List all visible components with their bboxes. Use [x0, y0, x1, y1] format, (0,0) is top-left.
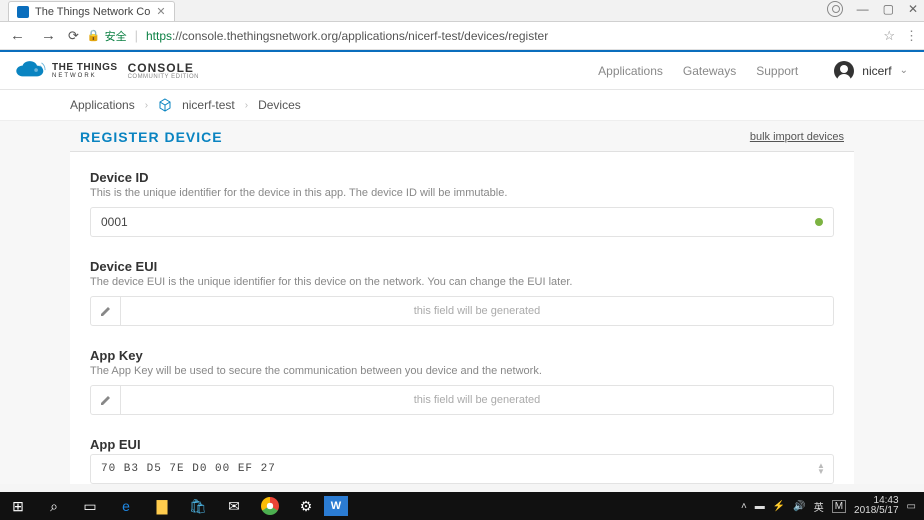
field-device-id: Device ID This is the unique identifier …: [90, 170, 834, 237]
avatar-icon: [834, 61, 854, 81]
tray-chevron-icon[interactable]: ˄: [741, 501, 747, 512]
window-controls: — ▢ ✕: [827, 1, 918, 17]
settings-icon[interactable]: ⚙: [288, 492, 324, 520]
browser-tab-strip: The Things Network Co ✕: [0, 0, 924, 22]
crumb-applications[interactable]: Applications: [70, 98, 135, 112]
app-icon: [158, 98, 172, 112]
input-row-app-key: this field will be generated: [90, 385, 834, 415]
app-eui-value: 70 B3 D5 7E D0 00 EF 27: [91, 455, 809, 483]
chevron-right-icon: ›: [145, 100, 148, 111]
browser-tab[interactable]: The Things Network Co ✕: [8, 1, 175, 21]
input-row-app-eui[interactable]: 70 B3 D5 7E D0 00 EF 27 ▲▼: [90, 454, 834, 484]
site-header: THE THINGS NETWORK CONSOLE COMMUNITY EDI…: [0, 52, 924, 90]
minimize-button[interactable]: —: [857, 2, 869, 16]
browser-toolbar: ← → ⟳ 🔒 安全 | https://console.thethingsne…: [0, 22, 924, 50]
help-device-eui: The device EUI is the unique identifier …: [90, 276, 834, 288]
edit-icon[interactable]: [91, 386, 121, 414]
lock-icon: 🔒: [87, 29, 101, 42]
windows-taskbar: ⊞ ⌕ ▭ e ▇ 🛍 ✉ ⚙ W ˄ ▬ ⚡ 🔊 英 M 14:43 2018…: [0, 492, 924, 520]
label-app-key: App Key: [90, 348, 834, 363]
crumb-app-name[interactable]: nicerf-test: [182, 98, 235, 112]
breadcrumb: Applications › nicerf-test › Devices: [0, 90, 924, 121]
ime-indicator[interactable]: 英: [814, 499, 824, 514]
page-title-row: REGISTER DEVICE bulk import devices: [70, 121, 854, 152]
back-button[interactable]: ←: [6, 27, 29, 44]
device-id-input[interactable]: [91, 208, 815, 236]
favicon-icon: [17, 6, 29, 18]
console-text: CONSOLE COMMUNITY EDITION: [128, 62, 199, 80]
nav-support[interactable]: Support: [756, 64, 798, 78]
form-panel: Device ID This is the unique identifier …: [70, 152, 854, 484]
field-device-eui: Device EUI The device EUI is the unique …: [90, 259, 834, 326]
ime-mode-icon[interactable]: M: [832, 500, 846, 513]
start-button[interactable]: ⊞: [0, 492, 36, 520]
username: nicerf: [862, 64, 891, 78]
edge-icon[interactable]: e: [108, 492, 144, 520]
word-icon[interactable]: W: [324, 496, 348, 516]
notifications-icon[interactable]: ▭: [907, 501, 916, 512]
browser-menu-icon[interactable]: ⋮: [905, 28, 918, 44]
reload-button[interactable]: ⟳: [68, 28, 79, 44]
crumb-devices[interactable]: Devices: [258, 98, 301, 112]
mail-icon[interactable]: ✉: [216, 492, 252, 520]
input-row-device-eui: this field will be generated: [90, 296, 834, 326]
chevron-right-icon: ›: [245, 100, 248, 111]
wifi-icon[interactable]: ⚡: [773, 501, 785, 512]
profile-icon[interactable]: [827, 1, 843, 17]
content: REGISTER DEVICE bulk import devices Devi…: [0, 121, 924, 484]
volume-icon[interactable]: 🔊: [793, 501, 805, 512]
bookmark-icon[interactable]: ☆: [883, 28, 895, 44]
label-device-id: Device ID: [90, 170, 834, 185]
nav-gateways[interactable]: Gateways: [683, 64, 736, 78]
label-app-eui: App EUI: [90, 437, 834, 452]
help-device-id: This is the unique identifier for the de…: [90, 187, 834, 199]
tab-title: The Things Network Co: [35, 6, 150, 18]
valid-icon: [815, 218, 823, 226]
tab-close-icon[interactable]: ✕: [156, 5, 165, 18]
chevron-down-icon: ⌄: [900, 65, 908, 76]
close-window-button[interactable]: ✕: [908, 2, 918, 16]
field-app-key: App Key The App Key will be used to secu…: [90, 348, 834, 415]
select-chevron-icon[interactable]: ▲▼: [809, 455, 833, 483]
page-title: REGISTER DEVICE: [80, 129, 223, 145]
help-app-key: The App Key will be used to secure the c…: [90, 365, 834, 377]
security-badge[interactable]: 🔒 安全: [87, 28, 127, 44]
store-icon[interactable]: 🛍: [180, 492, 216, 520]
bulk-import-link[interactable]: bulk import devices: [750, 131, 844, 143]
logo-text: THE THINGS NETWORK: [52, 63, 118, 79]
app-key-placeholder[interactable]: this field will be generated: [121, 386, 833, 414]
address-bar[interactable]: https://console.thethingsnetwork.org/app…: [146, 29, 548, 43]
forward-button[interactable]: →: [37, 27, 60, 44]
nav-applications[interactable]: Applications: [598, 64, 663, 78]
edit-icon[interactable]: [91, 297, 121, 325]
logo-cloud-icon[interactable]: [10, 60, 46, 82]
maximize-button[interactable]: ▢: [883, 2, 894, 16]
field-app-eui: App EUI 70 B3 D5 7E D0 00 EF 27 ▲▼: [90, 437, 834, 484]
label-device-eui: Device EUI: [90, 259, 834, 274]
device-eui-placeholder[interactable]: this field will be generated: [121, 297, 833, 325]
battery-icon[interactable]: ▬: [755, 501, 765, 512]
input-row-device-id: [90, 207, 834, 237]
chrome-icon[interactable]: [252, 492, 288, 520]
search-icon[interactable]: ⌕: [36, 492, 72, 520]
explorer-icon[interactable]: ▇: [144, 492, 180, 520]
clock[interactable]: 14:43 2018/5/17: [854, 496, 899, 516]
taskview-icon[interactable]: ▭: [72, 492, 108, 520]
user-menu[interactable]: nicerf ⌄: [834, 61, 908, 81]
